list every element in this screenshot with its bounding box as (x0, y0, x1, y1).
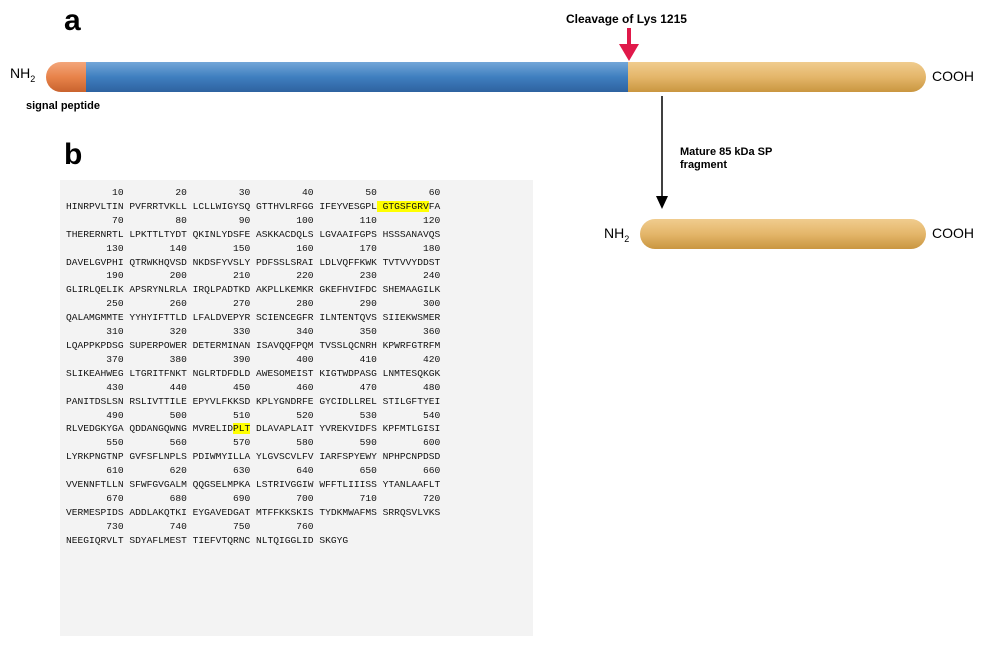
mature-fragment-bar (640, 219, 926, 249)
mature-nh2-label: NH2 (604, 225, 630, 244)
sequence-position-numbers: 250 260 270 280 290 300 (66, 298, 441, 310)
signal-peptide-label: signal peptide (26, 100, 100, 112)
sequence-segment: THERERNRTL LPKTTLTYDT QKINLYDSFE ASKKACD… (66, 228, 441, 240)
highlighted-motif: GTGSFGRV (376, 200, 429, 212)
sequence-segment: QALAMGMMTE YYHYIFTTLD LFALDVEPYR SCIENCE… (66, 312, 441, 324)
sequence-position-numbers: 190 200 210 220 230 240 (66, 270, 441, 282)
nh2-label: NH2 (10, 65, 36, 84)
sequence-panel: 10 20 30 40 50 60 HINRPVLTIN PVFRRTVKLL … (60, 180, 533, 636)
sequence-segment: SLIKEAHWEG LTGRITFNKT NGLRTDFDLD AWESOME… (66, 367, 441, 379)
sequence-segment: LYRKPNGTNP GVFSFLNPLS PDIWMYILLA YLGVSCV… (66, 451, 441, 463)
sequence-position-numbers: 550 560 570 580 590 600 (66, 437, 441, 449)
sequence-segment: FA (428, 200, 441, 212)
sequence-position-numbers: 10 20 30 40 50 60 (66, 187, 441, 198)
sequence-segment: HINRPVLTIN PVFRRTVKLL LCLLWIGYSQ GTTHVLR… (66, 200, 377, 212)
sequence-segment: DLAVAPLAIT YVREKVIDFS KPFMTLGISI (250, 423, 441, 435)
sequence-segment: NEEGIQRVLT SDYAFLMEST TIEFVTQRNC NLTQIGG… (66, 534, 349, 546)
sequence-segment: RLVEDGKYGA QDDANGQWNG MVRELID (66, 423, 233, 435)
sequence-position-numbers: 490 500 510 520 530 540 (66, 409, 441, 421)
sequence-segment: PANITDSLSN RSLIVTTILE EPYVLFKKSD KPLYGND… (66, 395, 441, 407)
mature-cooh-label: COOH (932, 225, 974, 241)
highlighted-motif: PLT (232, 423, 251, 435)
sequence-position-numbers: 610 620 630 640 650 660 (66, 465, 441, 477)
sequence-position-numbers: 730 740 750 760 (66, 520, 314, 532)
sequence-text: 10 20 30 40 50 60 HINRPVLTIN PVFRRTVKLL … (66, 186, 440, 548)
sequence-position-numbers: 670 680 690 700 710 720 (66, 492, 441, 504)
cooh-label: COOH (932, 68, 974, 84)
sequence-position-numbers: 130 140 150 160 170 180 (66, 242, 441, 254)
sequence-segment: GLIRLQELIK APSRYNLRLA IRQLPADTKD AKPLLKE… (66, 284, 441, 296)
sequence-segment: LQAPPKPDSG SUPERPOWER DETERMINAN ISAVQQF… (66, 339, 441, 351)
sequence-segment: VERMESPIDS ADDLAKQTKI EYGAVEDGAT MTFFKKS… (66, 506, 441, 518)
cleavage-label: Cleavage of Lys 1215 (566, 12, 687, 26)
sequence-segment: DAVELGVPHI QTRWKHQVSD NKDSFYVSLY PDFSSLS… (66, 256, 441, 268)
sequence-position-numbers: 310 320 330 340 350 360 (66, 326, 441, 338)
sequence-position-numbers: 70 80 90 100 110 120 (66, 214, 441, 226)
main-chain-segment (86, 62, 630, 92)
sequence-segment: VVENNFTLLN SFWFGVGALM QQGSELMPKA LSTRIVG… (66, 479, 441, 491)
sequence-position-numbers: 370 380 390 400 410 420 (66, 353, 441, 365)
mature-fragment-label: Mature 85 kDa SP fragment (680, 146, 773, 171)
panel-label-b: b (64, 138, 83, 171)
sequence-position-numbers: 430 440 450 460 470 480 (66, 381, 441, 393)
panel-label-a: a (64, 4, 81, 37)
maturation-arrow-icon (656, 96, 668, 209)
c-terminal-segment (628, 62, 926, 92)
cleavage-arrow-icon (619, 28, 639, 61)
